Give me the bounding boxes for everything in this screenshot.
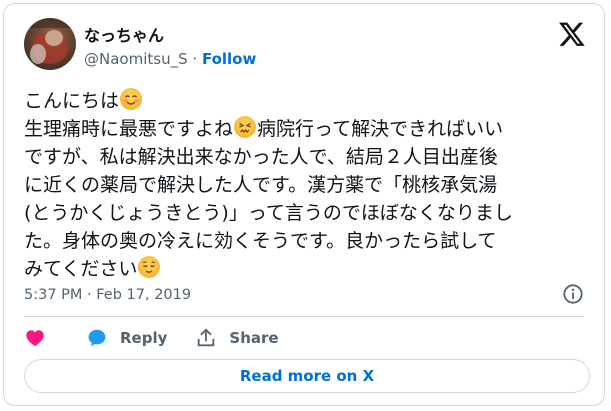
tweet-card: なっちゃん @Naomitsu_S · Follow こんにちは 生理痛時に最悪… bbox=[3, 3, 605, 406]
tweet-line-7: みてください bbox=[24, 258, 138, 280]
tweet-timestamp[interactable]: 5:37 PM · Feb 17, 2019 bbox=[24, 287, 191, 303]
reply-button[interactable]: Reply bbox=[86, 327, 167, 349]
like-button[interactable] bbox=[24, 327, 58, 349]
avatar[interactable] bbox=[24, 18, 76, 70]
tweet-line-2b: 病院行って解決できればいい bbox=[257, 118, 504, 140]
tweet-line-6: た。身体の奥の冷えに効くそうです。良かったら試して bbox=[24, 230, 497, 252]
tweet-text: こんにちは 生理痛時に最悪ですよね 病院行って解決できればいい ですが、私は解決出… bbox=[24, 87, 594, 283]
reply-label: Reply bbox=[120, 329, 168, 347]
tweet-line-5: (とうかくじょうきとう)」って言うのでほぼなくなりまし bbox=[24, 202, 513, 224]
action-bar: Reply Share bbox=[24, 326, 307, 350]
share-label: Share bbox=[229, 329, 279, 347]
author-handle-row: @Naomitsu_S · Follow bbox=[84, 50, 256, 68]
reply-icon bbox=[88, 329, 106, 347]
tweet-line-3: ですが、私は解決出来なかった人で、結局２人目出産後 bbox=[24, 146, 498, 168]
share-icon bbox=[198, 328, 215, 347]
read-more-button[interactable]: Read more on X bbox=[24, 359, 590, 393]
confounded-face-icon bbox=[234, 116, 257, 138]
separator: · bbox=[192, 50, 198, 68]
heart-icon bbox=[26, 330, 44, 347]
info-icon[interactable] bbox=[562, 283, 584, 305]
smiling-face-icon bbox=[120, 88, 143, 110]
x-logo-icon[interactable] bbox=[558, 20, 586, 48]
author-name[interactable]: なっちゃん bbox=[84, 22, 164, 46]
tweet-line-2a: 生理痛時に最悪ですよね bbox=[24, 118, 234, 140]
tweet-line-1: こんにちは bbox=[24, 90, 120, 112]
relieved-face-icon bbox=[138, 256, 161, 278]
share-button[interactable]: Share bbox=[195, 327, 279, 349]
tweet-line-4: に近くの薬局で解決した人です。漢方薬で「桃核承気湯 bbox=[24, 174, 498, 196]
author-handle[interactable]: @Naomitsu_S bbox=[84, 50, 188, 68]
follow-button[interactable]: Follow bbox=[202, 50, 256, 68]
divider bbox=[24, 316, 584, 317]
